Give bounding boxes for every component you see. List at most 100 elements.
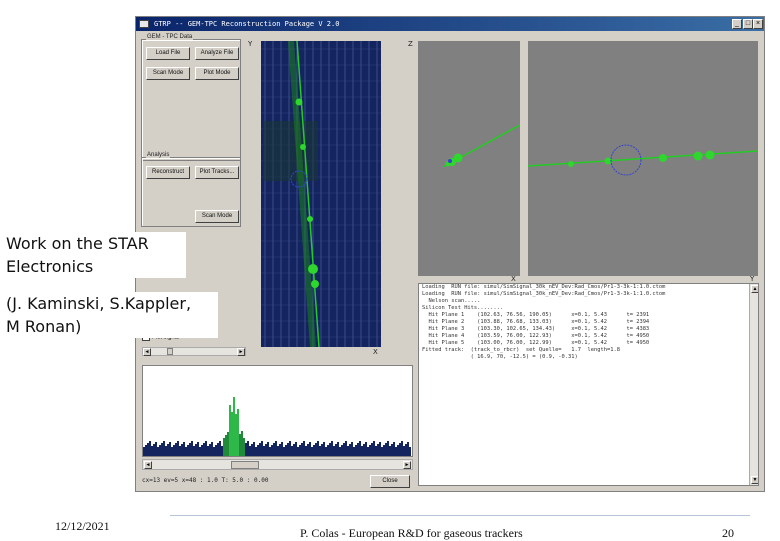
close-button[interactable]: Close — [370, 475, 410, 488]
scroll-left-arrow-icon[interactable]: ◄ — [143, 348, 151, 356]
histogram-bar — [271, 445, 273, 456]
histogram-bar — [175, 443, 177, 456]
slide-text-2-line-1: (J. Kaminski, S.Kappler, — [6, 294, 192, 313]
histogram-bar — [307, 444, 309, 456]
slide-text-block-2: (J. Kaminski, S.Kappler, M Ronan) — [6, 292, 218, 338]
close-window-button[interactable]: × — [753, 19, 763, 29]
histogram-bar — [187, 445, 189, 456]
histogram-bar — [263, 446, 265, 456]
histogram-bar — [299, 445, 301, 456]
histogram-bar — [247, 441, 249, 456]
histogram-bar — [397, 445, 399, 456]
xy-pad-plot-svg — [261, 41, 381, 347]
output-console[interactable]: Loading RUN file: simul/SimSignal_30k_nE… — [418, 283, 759, 486]
histogram-bar — [399, 443, 401, 456]
left-small-scrollbar[interactable]: ◄ ► — [142, 347, 246, 356]
histogram-bar — [257, 445, 259, 456]
plot-mode-button[interactable]: Plot Mode — [195, 67, 239, 80]
footer-page-number: 20 — [722, 526, 734, 540]
hist-scroll-thumb[interactable] — [231, 461, 259, 469]
plot-tracks-button[interactable]: Plot Tracks... — [195, 166, 239, 179]
histogram-bar — [259, 443, 261, 456]
scan-mode-button[interactable]: Scan Mode — [146, 67, 190, 80]
histogram-bar — [217, 443, 219, 456]
histogram-bar — [255, 447, 257, 456]
console-vertical-scrollbar[interactable]: ▲ ▼ — [749, 284, 758, 485]
zx-track-plot[interactable] — [418, 41, 520, 276]
signal-histogram-svg — [143, 397, 411, 456]
histogram-bar — [231, 412, 233, 456]
histogram-bar — [323, 442, 325, 456]
histogram-bar — [383, 445, 385, 456]
histogram-bar — [269, 447, 271, 456]
analysis-groupbox: Analysis Reconstruct Plot Tracks... Scan… — [141, 152, 241, 227]
histogram-bar — [165, 446, 167, 456]
histogram-bar — [297, 447, 299, 456]
histogram-bar — [233, 397, 235, 456]
histogram-bar — [161, 443, 163, 456]
title-bar[interactable]: GTRP -- GEM-TPC Reconstruction Package V… — [136, 17, 764, 31]
histogram-bar — [203, 443, 205, 456]
histogram-bar — [239, 434, 241, 456]
histogram-bar — [213, 447, 215, 456]
scroll-up-arrow-icon[interactable]: ▲ — [751, 285, 758, 293]
analyze-file-button[interactable]: Analyze File — [195, 47, 239, 60]
signal-histogram[interactable] — [142, 365, 413, 457]
zy-track-plot[interactable] — [528, 41, 758, 276]
histogram-bar — [145, 445, 147, 456]
histogram-bar — [283, 447, 285, 456]
console-lines: Loading RUN file: simul/SimSignal_30k_nE… — [419, 284, 758, 361]
histogram-bar — [325, 447, 327, 456]
scan-mode-button-2[interactable]: Scan Mode — [195, 210, 239, 223]
histogram-scrollbar[interactable]: ◄ ► — [142, 459, 413, 470]
status-line: cx=13 ev=5 x=48 : 1.0 T: 5.0 : 0.00 — [142, 477, 269, 484]
application-window: GTRP -- GEM-TPC Reconstruction Package V… — [135, 16, 765, 492]
zx-plot-z-axis-label: Z — [408, 40, 413, 48]
minimize-button[interactable]: _ — [732, 19, 742, 29]
histogram-bar — [197, 442, 199, 456]
histogram-bar — [403, 446, 405, 456]
histogram-bar — [359, 441, 361, 456]
histogram-bar — [185, 447, 187, 456]
histogram-bar — [387, 441, 389, 456]
histogram-bar — [317, 441, 319, 456]
histogram-bar — [275, 441, 277, 456]
histogram-bar — [143, 447, 145, 456]
histogram-bar — [357, 443, 359, 456]
histogram-bar — [333, 446, 335, 456]
histogram-bar — [251, 444, 253, 456]
histogram-bar — [367, 447, 369, 456]
load-file-button[interactable]: Load File — [146, 47, 190, 60]
console-line: Fitted track: (track_to_rbcr) set Quelle… — [422, 347, 620, 353]
scroll-thumb[interactable] — [167, 348, 173, 355]
console-line: ( 16.9, 70, -12.5) = (0.9, -0.31) — [422, 354, 578, 360]
console-line: Hit Plane 5 (103.00, 76.00, 122.99) x=0.… — [422, 340, 650, 346]
xy-pad-plot[interactable] — [261, 41, 381, 347]
histogram-bar — [321, 444, 323, 456]
histogram-bar — [391, 444, 393, 456]
histogram-bar — [229, 405, 231, 456]
hist-scroll-left-arrow-icon[interactable]: ◄ — [144, 461, 152, 469]
slide-text-1-line-2: Electronics — [6, 257, 94, 276]
histogram-bar — [281, 442, 283, 456]
histogram-bar — [393, 442, 395, 456]
histogram-bar — [361, 446, 363, 456]
scroll-down-arrow-icon[interactable]: ▼ — [751, 476, 758, 484]
footer-rule — [170, 515, 750, 516]
xy-plot-x-axis-label: X — [373, 348, 378, 356]
reconstruct-button[interactable]: Reconstruct — [146, 166, 190, 179]
histogram-bar — [169, 442, 171, 456]
maximize-button[interactable]: □ — [743, 19, 753, 29]
histogram-bar — [163, 441, 165, 456]
histogram-bar — [177, 441, 179, 456]
histogram-bar — [375, 446, 377, 456]
scroll-right-arrow-icon[interactable]: ► — [237, 348, 245, 356]
histogram-bar — [341, 445, 343, 456]
histogram-bar — [337, 442, 339, 456]
histogram-bar — [151, 446, 153, 456]
histogram-bar — [377, 444, 379, 456]
hist-scroll-right-arrow-icon[interactable]: ► — [403, 461, 411, 469]
histogram-bar — [183, 442, 185, 456]
histogram-bar — [365, 442, 367, 456]
histogram-bar — [407, 442, 409, 456]
